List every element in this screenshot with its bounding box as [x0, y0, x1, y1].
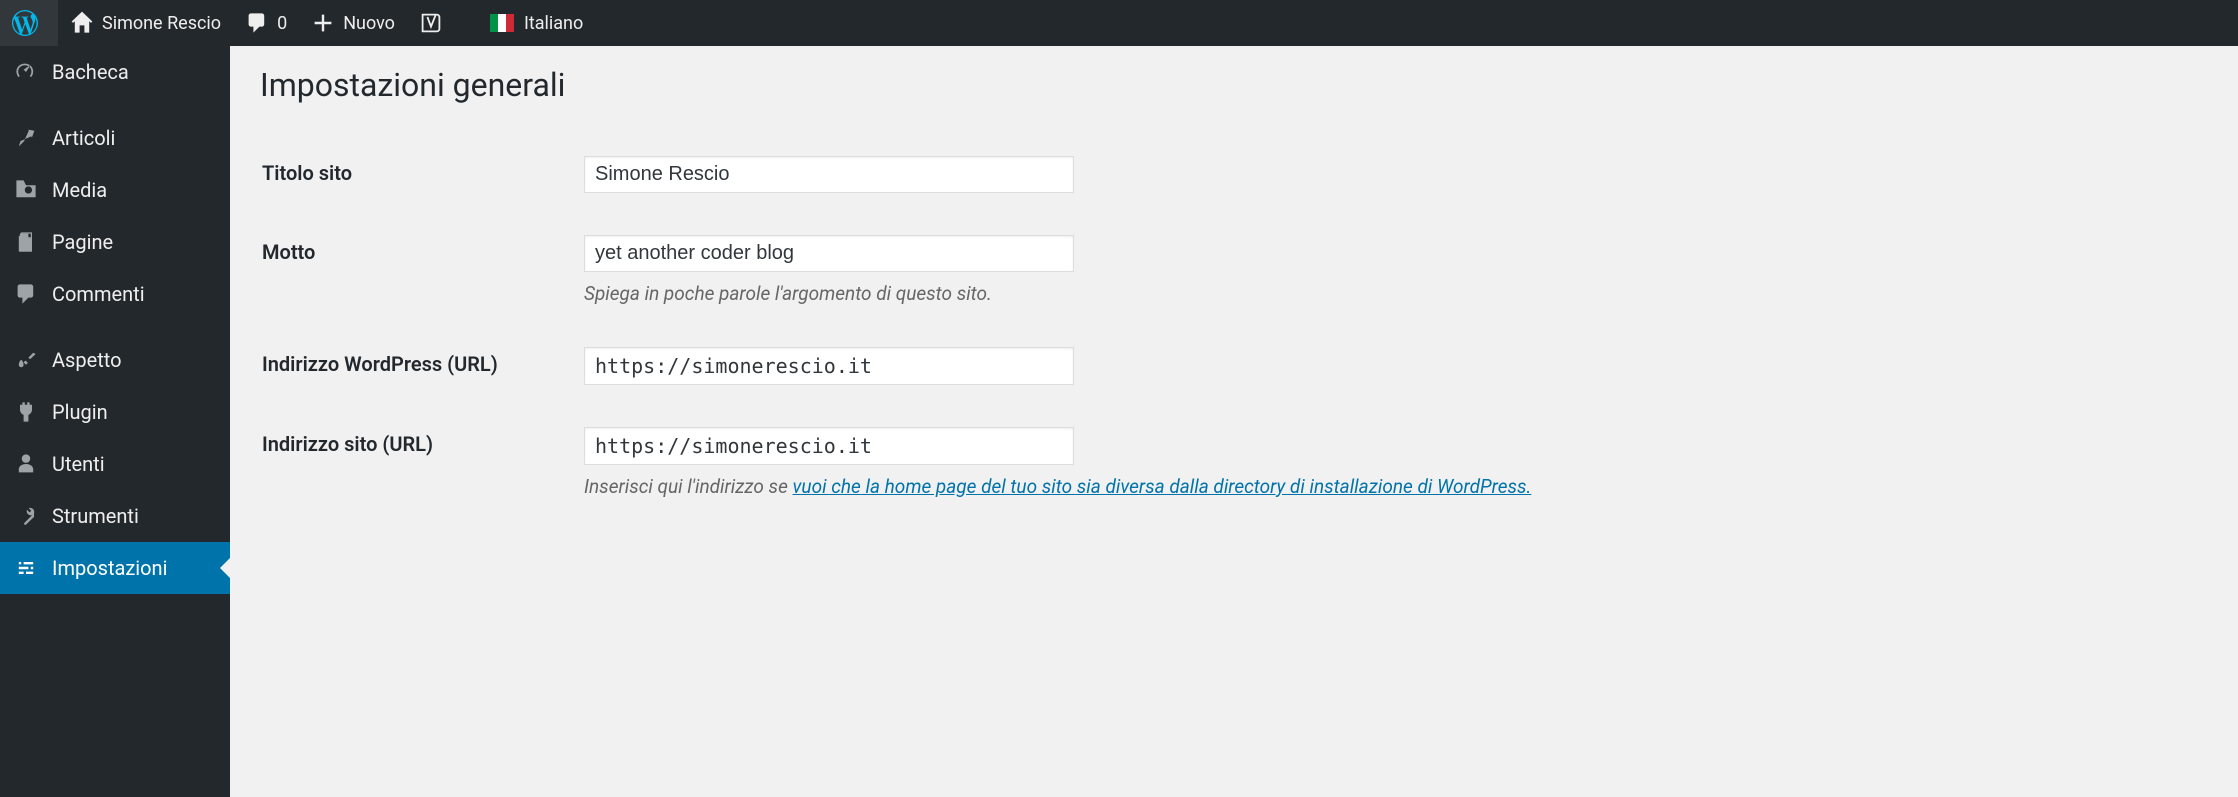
field-label-wp-url: Indirizzo WordPress (URL)	[262, 327, 572, 405]
site-url-description: Inserisci qui l'indirizzo se vuoi che la…	[584, 475, 2196, 498]
tagline-description: Spiega in poche parole l'argomento di qu…	[584, 282, 2196, 305]
field-label-site-url: Indirizzo sito (URL)	[262, 407, 572, 518]
new-content-menu[interactable]: Nuovo	[299, 0, 407, 46]
menu-separator	[0, 320, 230, 334]
sliders-icon	[12, 554, 40, 582]
sidebar-item-label: Plugin	[52, 400, 108, 424]
sidebar-item-strumenti[interactable]: Strumenti	[0, 490, 230, 542]
menu-separator	[0, 98, 230, 112]
sidebar-item-label: Utenti	[52, 452, 105, 476]
sidebar-item-utenti[interactable]: Utenti	[0, 438, 230, 490]
home-icon	[70, 11, 94, 35]
sidebar-item-commenti[interactable]: Commenti	[0, 268, 230, 320]
pin-icon	[12, 124, 40, 152]
sidebar-item-aspetto[interactable]: Aspetto	[0, 334, 230, 386]
page-icon	[12, 228, 40, 256]
site-title-input[interactable]	[584, 156, 1074, 193]
sidebar-item-label: Commenti	[52, 282, 145, 306]
media-icon	[12, 176, 40, 204]
comments-menu[interactable]: 0	[233, 0, 299, 46]
admin-toolbar: Simone Rescio 0 Nuovo Italiano	[0, 0, 2238, 46]
site-name-label: Simone Rescio	[102, 13, 221, 34]
wp-url-input[interactable]	[584, 347, 1074, 385]
admin-sidebar: Bacheca Articoli Media Pagine Commenti A…	[0, 46, 230, 797]
sidebar-item-label: Impostazioni	[52, 556, 167, 580]
wrench-icon	[12, 502, 40, 530]
sidebar-item-pagine[interactable]: Pagine	[0, 216, 230, 268]
new-label: Nuovo	[343, 13, 395, 34]
tagline-input[interactable]	[584, 235, 1074, 272]
site-url-description-prefix: Inserisci qui l'indirizzo se	[584, 475, 793, 498]
sidebar-item-label: Media	[52, 178, 107, 202]
language-label: Italiano	[524, 13, 583, 34]
plus-icon	[311, 11, 335, 35]
italian-flag-icon	[490, 14, 514, 32]
dashboard-icon	[12, 58, 40, 86]
user-icon	[12, 450, 40, 478]
sidebar-item-impostazioni[interactable]: Impostazioni	[0, 542, 230, 594]
brush-icon	[12, 346, 40, 374]
sidebar-item-label: Bacheca	[52, 60, 129, 84]
sidebar-item-label: Articoli	[52, 126, 115, 150]
yoast-icon	[419, 11, 443, 35]
comment-icon	[12, 280, 40, 308]
site-url-input[interactable]	[584, 427, 1074, 465]
sidebar-item-bacheca[interactable]: Bacheca	[0, 46, 230, 98]
comments-count: 0	[277, 13, 287, 34]
field-label-site-title: Titolo sito	[262, 136, 572, 213]
sidebar-item-media[interactable]: Media	[0, 164, 230, 216]
sidebar-item-articoli[interactable]: Articoli	[0, 112, 230, 164]
page-title: Impostazioni generali	[260, 66, 2208, 104]
site-name-menu[interactable]: Simone Rescio	[58, 0, 233, 46]
plug-icon	[12, 398, 40, 426]
sidebar-item-label: Strumenti	[52, 504, 139, 528]
field-label-tagline: Motto	[262, 215, 572, 325]
yoast-menu[interactable]	[407, 0, 463, 46]
comment-icon	[245, 11, 269, 35]
wordpress-logo-icon	[12, 10, 38, 36]
settings-form: Titolo sito Motto Spiega in poche parole…	[260, 134, 2208, 520]
site-url-description-link[interactable]: vuoi che la home page del tuo sito sia d…	[793, 475, 1532, 498]
main-content: Impostazioni generali Titolo sito Motto …	[230, 46, 2238, 540]
sidebar-item-label: Aspetto	[52, 348, 122, 372]
language-menu[interactable]: Italiano	[478, 0, 595, 46]
sidebar-item-plugin[interactable]: Plugin	[0, 386, 230, 438]
wp-logo-menu[interactable]	[0, 0, 58, 46]
sidebar-item-label: Pagine	[52, 230, 113, 254]
